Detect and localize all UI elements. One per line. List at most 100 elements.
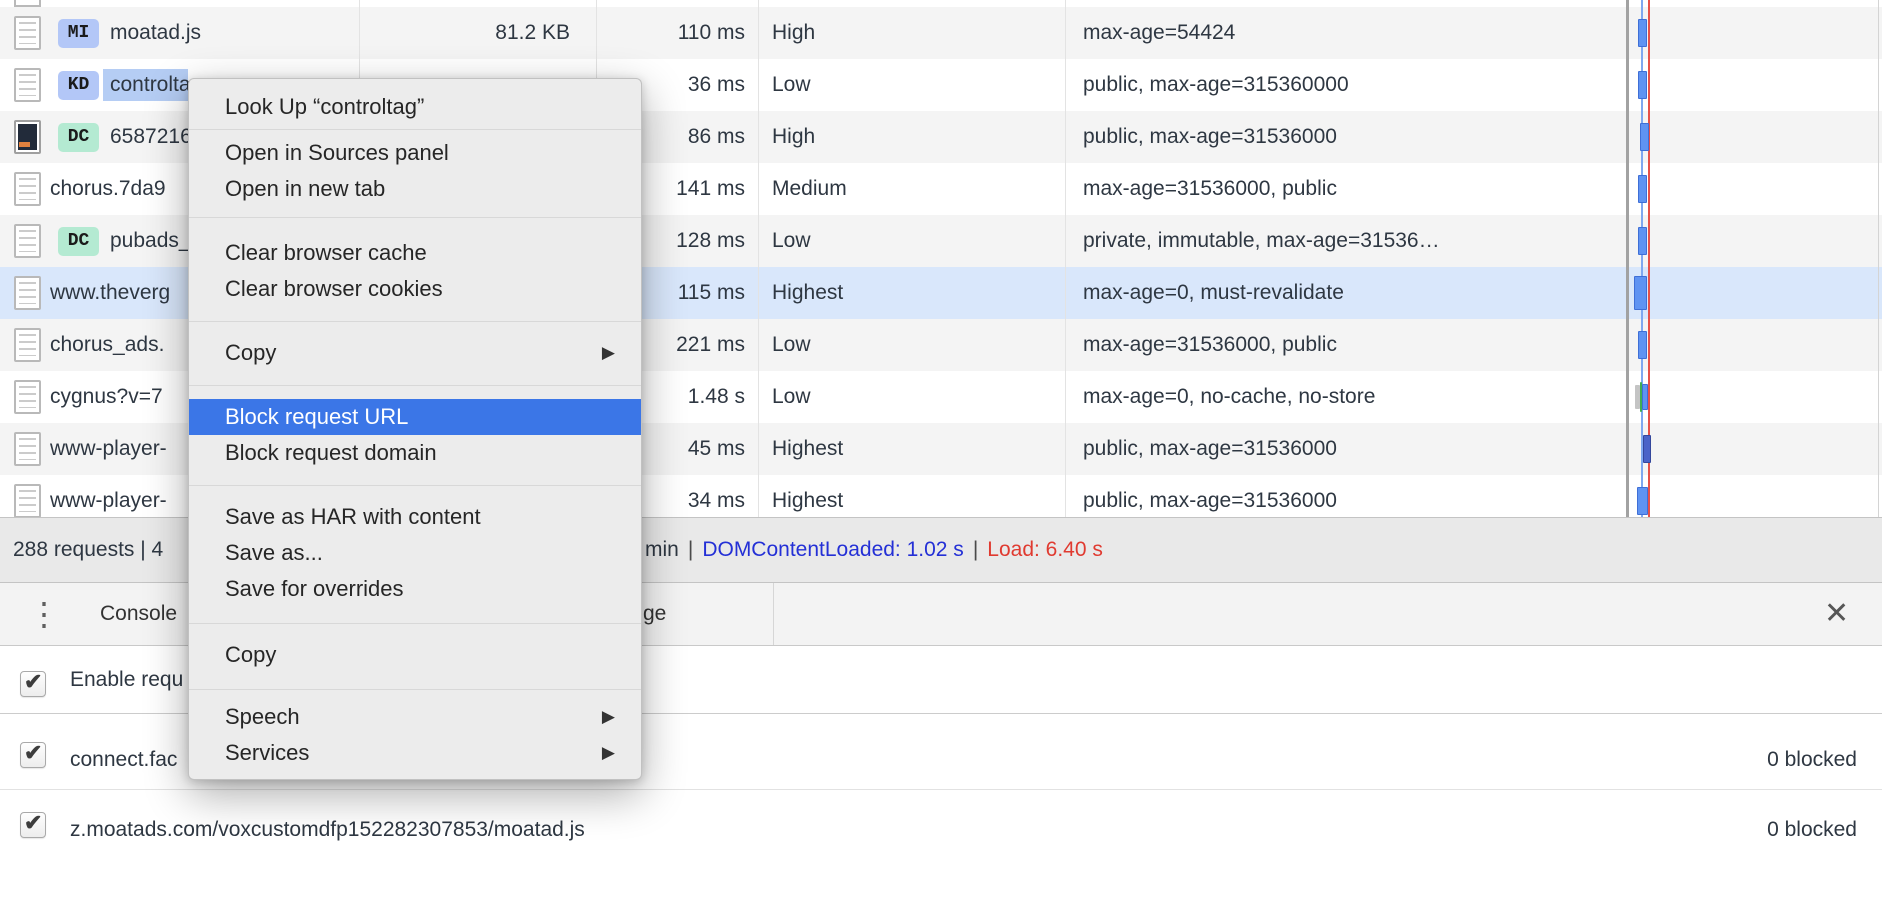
request-name: www-player- xyxy=(50,475,167,517)
menu-item-copy[interactable]: Copy xyxy=(189,637,641,673)
waterfall-bar xyxy=(1643,435,1651,463)
devtools-window: MImoatad.js81.2 KB110 msHighmax-age=5442… xyxy=(0,0,1882,922)
document-icon xyxy=(14,224,41,258)
waterfall-bar xyxy=(1638,175,1647,203)
menu-item-copy[interactable]: Copy▶ xyxy=(189,335,641,371)
clipped-row-icon xyxy=(14,0,41,7)
waterfall-bar xyxy=(1638,331,1647,359)
document-icon xyxy=(14,484,41,517)
request-priority: Low xyxy=(772,59,811,111)
request-cache-control: max-age=0, no-cache, no-store xyxy=(1083,371,1623,423)
tab-separator xyxy=(773,583,774,645)
menu-item-speech[interactable]: Speech▶ xyxy=(189,699,641,735)
request-name: chorus_ads. xyxy=(50,319,164,371)
menu-item-block-request-domain[interactable]: Block request domain xyxy=(189,435,641,471)
blocked-count: 0 blocked xyxy=(1767,800,1857,860)
waterfall-bar xyxy=(1634,276,1647,310)
request-cache-control: max-age=31536000, public xyxy=(1083,319,1623,371)
menu-item-save-as-har-with-content[interactable]: Save as HAR with content xyxy=(189,499,641,535)
menu-separator xyxy=(189,485,641,486)
blocked-count: 0 blocked xyxy=(1767,730,1857,790)
enable-request-blocking-label: Enable requ xyxy=(70,646,183,714)
kebab-menu-icon[interactable]: ⋮ xyxy=(28,583,50,645)
request-priority: High xyxy=(772,111,815,163)
menu-item-save-as[interactable]: Save as... xyxy=(189,535,641,571)
waterfall-bar xyxy=(1638,19,1647,47)
menu-separator xyxy=(189,321,641,322)
network-request-row[interactable]: MImoatad.js81.2 KB110 msHighmax-age=5442… xyxy=(0,7,1882,59)
request-priority: Highest xyxy=(772,267,843,319)
blocked-url-text: connect.fac xyxy=(70,730,177,790)
menu-item-look-up-controltag[interactable]: Look Up “controltag” xyxy=(189,89,641,125)
menu-item-open-in-new-tab[interactable]: Open in new tab xyxy=(189,171,641,207)
context-menu: Look Up “controltag” Open in Sources pane… xyxy=(188,78,642,780)
table-right-border xyxy=(1878,0,1879,517)
request-size: 81.2 KB xyxy=(359,7,583,59)
blocked-url-row: z.moatads.com/voxcustomdfp152282307853/m… xyxy=(0,800,1882,860)
initiator-badge: KD xyxy=(58,71,99,100)
request-priority: Highest xyxy=(772,475,843,517)
summary-separator: | xyxy=(688,538,693,561)
request-cache-control: max-age=54424 xyxy=(1083,7,1623,59)
requests-count-text: 288 requests | 4 xyxy=(13,518,163,582)
submenu-arrow-icon: ▶ xyxy=(602,699,615,735)
summary-separator: | xyxy=(973,538,978,561)
request-name: controlta xyxy=(110,59,191,111)
tab-partial-label[interactable]: ge xyxy=(643,583,666,645)
menu-separator xyxy=(189,129,641,130)
document-icon xyxy=(14,276,41,310)
menu-item-services[interactable]: Services▶ xyxy=(189,735,641,771)
menu-item-open-in-sources-panel[interactable]: Open in Sources panel xyxy=(189,135,641,171)
request-priority: Low xyxy=(772,319,811,371)
menu-separator xyxy=(189,385,641,386)
menu-item-clear-browser-cache[interactable]: Clear browser cache xyxy=(189,235,641,271)
blocked-url-checkbox[interactable] xyxy=(20,742,46,768)
column-border-priority xyxy=(758,0,759,517)
enable-request-blocking-checkbox[interactable] xyxy=(20,671,46,697)
waterfall-bar xyxy=(1638,227,1647,255)
submenu-arrow-icon: ▶ xyxy=(602,735,615,771)
document-icon xyxy=(14,328,41,362)
blocked-url-checkbox[interactable] xyxy=(20,812,46,838)
document-icon xyxy=(14,380,41,414)
request-name: www-player- xyxy=(50,423,167,475)
waterfall-bar xyxy=(1640,123,1649,151)
waterfall-divider[interactable] xyxy=(1626,0,1629,517)
menu-item-clear-browser-cookies[interactable]: Clear browser cookies xyxy=(189,271,641,307)
tab-console[interactable]: Console xyxy=(100,583,177,645)
request-name: moatad.js xyxy=(110,7,201,59)
document-icon xyxy=(14,68,41,102)
request-cache-control: max-age=31536000, public xyxy=(1083,163,1623,215)
request-cache-control: public, max-age=315360000 xyxy=(1083,59,1623,111)
request-name: pubads_ xyxy=(110,215,191,267)
request-cache-control: max-age=0, must-revalidate xyxy=(1083,267,1623,319)
request-name: 6587216 xyxy=(110,111,192,163)
load-time: Load: 6.40 s xyxy=(987,538,1103,561)
menu-separator xyxy=(189,623,641,624)
document-icon xyxy=(14,172,41,206)
domcontentloaded-time: DOMContentLoaded: 1.02 s xyxy=(702,538,964,561)
request-cache-control: public, max-age=31536000 xyxy=(1083,475,1623,517)
request-priority: Highest xyxy=(772,423,843,475)
request-cache-control: private, immutable, max-age=31536… xyxy=(1083,215,1623,267)
request-name: www.theverg xyxy=(50,267,170,319)
menu-item-block-request-url[interactable]: Block request URL xyxy=(189,399,641,435)
image-preview-icon xyxy=(14,120,41,154)
request-cache-control: public, max-age=31536000 xyxy=(1083,423,1623,475)
request-name: chorus.7da9 xyxy=(50,163,166,215)
waterfall-bar xyxy=(1637,487,1648,515)
document-icon xyxy=(14,16,41,50)
submenu-arrow-icon: ▶ xyxy=(602,335,615,371)
document-icon xyxy=(14,432,41,466)
waterfall-bar xyxy=(1642,384,1648,410)
request-priority: High xyxy=(772,7,815,59)
menu-item-save-for-overrides[interactable]: Save for overrides xyxy=(189,571,641,607)
menu-separator xyxy=(189,689,641,690)
initiator-badge: DC xyxy=(58,227,99,256)
close-icon[interactable]: ✕ xyxy=(1824,583,1849,645)
request-cache-control: public, max-age=31536000 xyxy=(1083,111,1623,163)
timing-summary-text: min|DOMContentLoaded: 1.02 s|Load: 6.40 … xyxy=(645,518,1103,582)
request-priority: Medium xyxy=(772,163,847,215)
request-name: cygnus?v=7 xyxy=(50,371,163,423)
request-priority: Low xyxy=(772,215,811,267)
